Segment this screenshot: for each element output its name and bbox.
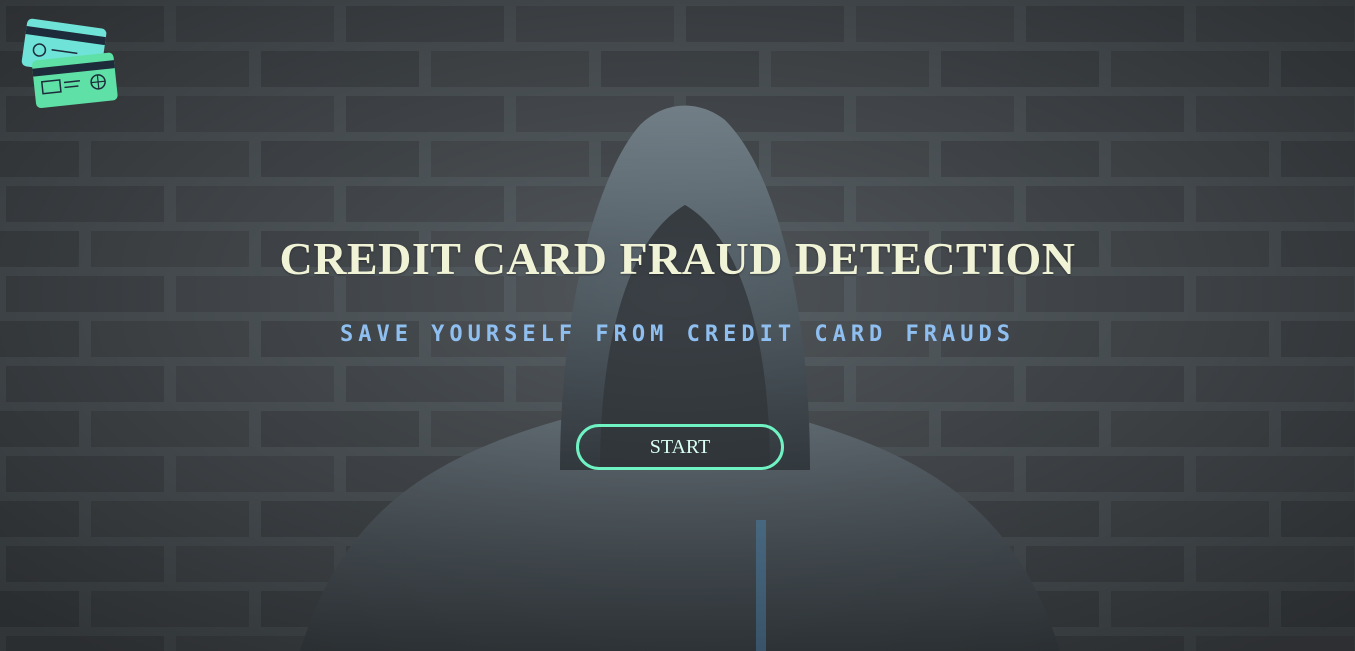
landing-page: CREDIT CARD FRAUD DETECTION SAVE YOURSEL… <box>0 0 1355 651</box>
start-button[interactable]: START <box>576 424 784 470</box>
page-title: CREDIT CARD FRAUD DETECTION <box>279 233 1076 284</box>
credit-cards-icon <box>21 18 118 108</box>
page-subtitle: SAVE YOURSELF FROM CREDIT CARD FRAUDS <box>339 322 1016 347</box>
